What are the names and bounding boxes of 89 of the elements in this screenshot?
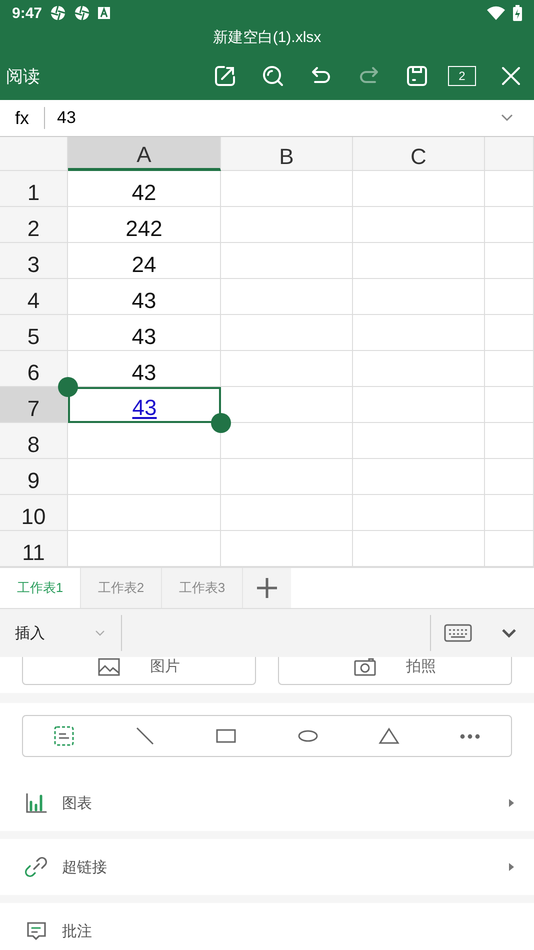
- save-icon: [405, 64, 429, 88]
- table-cell[interactable]: [485, 171, 534, 207]
- close-icon: [499, 64, 523, 88]
- table-cell[interactable]: 242: [68, 207, 221, 243]
- battery-icon: [513, 5, 522, 21]
- table-cell[interactable]: [353, 207, 485, 243]
- image-button[interactable]: 图片: [22, 657, 256, 685]
- row-header[interactable]: 8: [0, 423, 68, 459]
- table-cell[interactable]: [485, 207, 534, 243]
- chevron-down-icon[interactable]: [500, 113, 514, 123]
- row-header[interactable]: 3: [0, 243, 68, 279]
- chevron-down-icon: [501, 628, 517, 638]
- table-cell[interactable]: [353, 459, 485, 495]
- selection-handle[interactable]: [211, 413, 231, 433]
- table-cell[interactable]: [221, 459, 353, 495]
- bar-chart-icon: [24, 791, 48, 815]
- search-icon: [261, 64, 285, 88]
- save-button[interactable]: [404, 63, 430, 89]
- menu-item[interactable]: 图表: [0, 775, 534, 831]
- comment-icon: [24, 919, 48, 943]
- row-header[interactable]: 1: [0, 171, 68, 207]
- table-cell[interactable]: [221, 315, 353, 351]
- formula-label: fx: [0, 107, 45, 129]
- image-icon: [98, 658, 120, 676]
- share-button[interactable]: [212, 63, 238, 89]
- read-mode-label[interactable]: 阅读: [6, 64, 190, 88]
- table-cell[interactable]: [485, 459, 534, 495]
- table-cell[interactable]: 42: [68, 171, 221, 207]
- menu-item[interactable]: 超链接: [0, 839, 534, 895]
- table-cell[interactable]: 43: [68, 279, 221, 315]
- table-cell[interactable]: [353, 315, 485, 351]
- table-cell[interactable]: 43: [68, 315, 221, 351]
- table-cell[interactable]: [353, 243, 485, 279]
- row-header[interactable]: 5: [0, 315, 68, 351]
- table-cell[interactable]: [353, 387, 485, 423]
- column-header[interactable]: [485, 137, 534, 171]
- table-cell[interactable]: [221, 243, 353, 279]
- corner-cell[interactable]: [0, 137, 68, 171]
- link-text[interactable]: 43: [132, 395, 157, 421]
- column-header[interactable]: A: [68, 137, 221, 171]
- camera-button[interactable]: 拍照: [278, 657, 512, 685]
- table-cell[interactable]: [221, 279, 353, 315]
- table-cell[interactable]: [485, 387, 534, 423]
- table-cell[interactable]: [353, 351, 485, 387]
- keyboard-icon: [444, 624, 472, 642]
- row-header[interactable]: 7: [0, 387, 68, 423]
- table-cell[interactable]: [485, 423, 534, 459]
- row-header[interactable]: 6: [0, 351, 68, 387]
- status-time: 9:47: [12, 4, 42, 22]
- window-count-button[interactable]: 2: [448, 66, 476, 86]
- aperture-icon: [74, 5, 90, 21]
- table-cell[interactable]: [485, 243, 534, 279]
- table-cell[interactable]: [353, 423, 485, 459]
- keyboard-badge-icon: [98, 7, 110, 19]
- column-header[interactable]: B: [221, 137, 353, 171]
- table-cell[interactable]: [353, 279, 485, 315]
- camera-icon: [354, 658, 376, 676]
- add-sheet-button[interactable]: [243, 568, 291, 608]
- wifi-icon: [487, 6, 505, 20]
- table-cell[interactable]: [68, 495, 221, 531]
- window-title: 新建空白(1).xlsx: [212, 28, 322, 48]
- table-cell[interactable]: [221, 171, 353, 207]
- chevron-down-icon: [95, 630, 105, 636]
- table-cell[interactable]: [485, 315, 534, 351]
- formula-field[interactable]: 43: [45, 108, 500, 128]
- table-cell[interactable]: [221, 207, 353, 243]
- row-header[interactable]: 2: [0, 207, 68, 243]
- row-header[interactable]: 4: [0, 279, 68, 315]
- table-cell[interactable]: [353, 495, 485, 531]
- table-cell[interactable]: [485, 279, 534, 315]
- table-cell[interactable]: [485, 495, 534, 531]
- plus-icon: [256, 577, 278, 599]
- table-cell[interactable]: [221, 351, 353, 387]
- table-cell[interactable]: [221, 495, 353, 531]
- share-icon: [213, 64, 237, 88]
- link-icon: [24, 855, 48, 879]
- column-header[interactable]: C: [353, 137, 485, 171]
- table-cell[interactable]: [353, 171, 485, 207]
- row-header[interactable]: 11: [0, 531, 68, 567]
- table-cell[interactable]: [68, 459, 221, 495]
- row-header[interactable]: 10: [0, 495, 68, 531]
- table-cell[interactable]: [485, 351, 534, 387]
- selection-handle[interactable]: [58, 377, 78, 397]
- menu-item[interactable]: 批注: [0, 903, 534, 950]
- table-cell[interactable]: 24: [68, 243, 221, 279]
- row-header[interactable]: 9: [0, 459, 68, 495]
- category-dropdown[interactable]: 插入: [0, 615, 122, 651]
- search-button[interactable]: [260, 63, 286, 89]
- aperture-icon: [50, 5, 66, 21]
